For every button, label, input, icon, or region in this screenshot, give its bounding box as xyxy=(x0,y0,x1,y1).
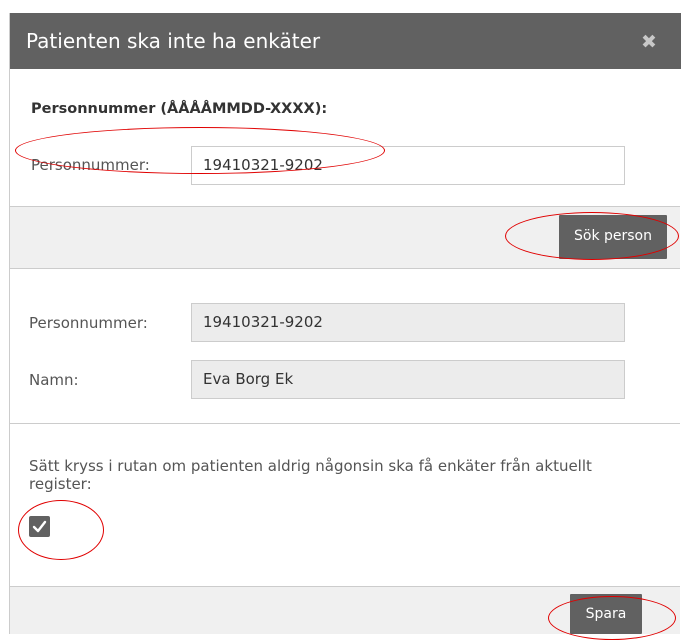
checkmark-icon xyxy=(32,520,47,533)
dialog-title: Patienten ska inte ha enkäter xyxy=(26,29,321,53)
search-person-button[interactable]: Sök person xyxy=(559,215,667,259)
search-label: Personnummer: xyxy=(31,156,150,174)
search-bar: Sök person xyxy=(10,207,680,269)
optout-section: Sätt kryss i rutan om patienten aldrig n… xyxy=(10,424,680,587)
result-section: Personnummer: 19410321-9202 Namn: Eva Bo… xyxy=(10,269,680,424)
result-namn-label: Namn: xyxy=(29,371,79,389)
dialog: Patienten ska inte ha enkäter ✖ Personnu… xyxy=(9,13,681,634)
search-section: Personnummer (ÅÅÅÅMMDD-XXXX): Personnumm… xyxy=(10,69,680,207)
personnummer-input[interactable]: 19410321-9202 xyxy=(191,146,625,185)
result-namn-field: Eva Borg Ek xyxy=(191,360,625,399)
close-icon[interactable]: ✖ xyxy=(641,31,657,53)
optout-checkbox[interactable] xyxy=(29,516,50,537)
save-button[interactable]: Spara xyxy=(570,594,642,634)
dialog-titlebar: Patienten ska inte ha enkäter ✖ xyxy=(10,13,681,69)
result-personnummer-label: Personnummer: xyxy=(29,314,148,332)
optout-text: Sätt kryss i rutan om patienten aldrig n… xyxy=(29,457,592,493)
search-heading: Personnummer (ÅÅÅÅMMDD-XXXX): xyxy=(31,101,328,117)
result-personnummer-field: 19410321-9202 xyxy=(191,303,625,342)
footer-bar: Spara xyxy=(10,587,680,634)
